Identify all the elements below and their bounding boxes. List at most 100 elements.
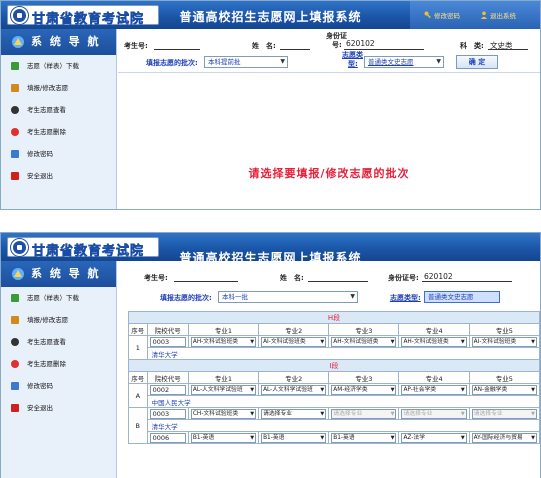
school-code-input[interactable]: 0003 bbox=[149, 336, 186, 347]
chevron-down-icon: ▼ bbox=[531, 410, 535, 417]
sidebar-header: 系 统 导 航 bbox=[1, 261, 116, 287]
major1-select[interactable]: B1-英语 ▼ bbox=[190, 432, 257, 443]
major2-select[interactable]: AI-文科试验班类 ▼ bbox=[261, 336, 327, 347]
chevron-down-icon: ▼ bbox=[460, 338, 465, 345]
key-icon bbox=[424, 11, 431, 19]
major2-select[interactable]: AL-人文科学试验班 ▼ bbox=[261, 384, 327, 395]
password-icon bbox=[11, 150, 19, 158]
sidebar-item-password[interactable]: 修改密码 bbox=[1, 143, 116, 165]
sidebar-item-view[interactable]: 考生志愿查看 bbox=[1, 99, 116, 121]
sidebar-item-download[interactable]: 志愿（样表）下载 bbox=[1, 55, 116, 77]
batch-select[interactable]: 本科一批 ▼ bbox=[218, 291, 358, 303]
volunteer-table: H段 序号 院校代号 专业1 专业2 专业3 专业4 专业5 1 0003 AH… bbox=[128, 311, 540, 444]
school-code-input[interactable]: 0006 bbox=[149, 432, 186, 443]
major5-select[interactable]: AY-国际经济与贸易 ▼ bbox=[471, 432, 537, 443]
confirm-button[interactable]: 确 定 bbox=[456, 55, 498, 69]
edit-icon bbox=[11, 84, 19, 92]
major1-select[interactable]: CH-文科试验班类 ▼ bbox=[190, 408, 257, 419]
main-content: 考生号: 姓 名: 身份证 号: 620102 科 类: 文史类 填报志愿的批次… bbox=[118, 29, 540, 209]
major3-select[interactable]: B1-英语 ▼ bbox=[331, 432, 397, 443]
exit-icon bbox=[11, 404, 19, 412]
sidebar-item-password[interactable]: 修改密码 bbox=[1, 375, 116, 397]
major4-select[interactable]: AZ-法学 ▼ bbox=[401, 432, 467, 443]
group-seq: 1 bbox=[128, 335, 148, 360]
header-banner: 甘肃省教育考试院 普通高校招生志愿网上填报系统 bbox=[1, 233, 540, 265]
major-cell: 请选择专业 ▼ bbox=[398, 407, 470, 420]
chevron-down-icon: ▼ bbox=[531, 338, 535, 345]
major4-select[interactable]: 请选择专业 ▼ bbox=[401, 408, 467, 419]
major3-select[interactable]: 请选择专业 ▼ bbox=[331, 408, 397, 419]
sidebar-item-logout[interactable]: 安全退出 bbox=[1, 165, 116, 187]
chevron-down-icon: ▼ bbox=[460, 386, 465, 393]
batch-select[interactable]: 本科提前批 ▼ bbox=[204, 56, 288, 68]
table-header-row: 序号 院校代号 专业1 专业2 专业3 专业4 专业5 bbox=[128, 323, 540, 336]
candidate-no-label: 考生号: bbox=[124, 42, 148, 50]
major4-select[interactable]: AP-社会学类 ▼ bbox=[401, 384, 467, 395]
group-seq: B bbox=[128, 407, 148, 444]
major-cell: AN-金融学类 ▼ bbox=[468, 383, 540, 396]
school-code-input[interactable]: 0003 bbox=[149, 408, 186, 419]
change-password-link[interactable]: 修改密码 bbox=[424, 10, 460, 20]
table-row: 0006 B1-英语 ▼ B1-英语 ▼ B1-英语 ▼ AZ-法学 ▼ AY-国际经济… bbox=[129, 431, 540, 444]
type-label: 志愿类型: bbox=[390, 294, 421, 302]
school-code-cell: 0003 bbox=[146, 407, 189, 420]
logout-link[interactable]: 退出系统 bbox=[480, 10, 516, 20]
major-cell: B1-英语 ▼ bbox=[258, 431, 330, 444]
major5-select[interactable]: 请选择专业 ▼ bbox=[471, 408, 537, 419]
chevron-down-icon: ▼ bbox=[531, 434, 535, 441]
col-major5: 专业5 bbox=[468, 323, 540, 336]
category-label: 科 类: bbox=[460, 42, 484, 50]
download-icon bbox=[11, 294, 19, 302]
major4-select[interactable]: AH-文科试验班类 ▼ bbox=[401, 336, 467, 347]
segment-header-h: H段 bbox=[128, 311, 540, 324]
id-label-line2: 号: bbox=[332, 41, 342, 49]
chevron-down-icon: ▼ bbox=[250, 386, 255, 393]
main-content: 考生号: 姓 名: 身份证号: 620102 填报志愿的批次: 本科一批 ▼ 志愿… bbox=[118, 261, 540, 478]
major5-select[interactable]: AN-金融学类 ▼ bbox=[471, 384, 537, 395]
type-select[interactable]: 普通类文史志愿 bbox=[424, 291, 500, 303]
sidebar-item-fill[interactable]: 填报/修改志愿 bbox=[1, 77, 116, 99]
school-code-cell: 0006 bbox=[146, 431, 189, 444]
major-cell: CH-文科试验班类 ▼ bbox=[187, 407, 260, 420]
major3-select[interactable]: AM-经济学类 ▼ bbox=[331, 384, 397, 395]
major-cell: AL-人文科学试验班 ▼ bbox=[187, 383, 260, 396]
col-seq: 序号 bbox=[128, 371, 148, 384]
major3-select[interactable]: AH-文科试验班类 ▼ bbox=[331, 336, 397, 347]
major-cell: AM-经济学类 ▼ bbox=[328, 383, 400, 396]
major-cell: AH-文科试验班类 ▼ bbox=[398, 335, 470, 348]
major1-select[interactable]: AH-文科试验班类 ▼ bbox=[190, 336, 257, 347]
col-major2: 专业2 bbox=[258, 371, 330, 384]
sidebar-item-fill[interactable]: 填报/修改志愿 bbox=[1, 309, 116, 331]
exit-icon bbox=[11, 172, 19, 180]
school-code-cell: 0002 bbox=[146, 383, 189, 396]
sidebar-item-logout[interactable]: 安全退出 bbox=[1, 397, 116, 419]
school-name-row: 清华大学 bbox=[129, 347, 540, 360]
col-major4: 专业4 bbox=[398, 371, 470, 384]
major5-select[interactable]: AI-文科试验班类 ▼ bbox=[471, 336, 537, 347]
sidebar-item-delete[interactable]: 考生志愿删除 bbox=[1, 353, 116, 375]
sidebar-item-download[interactable]: 志愿（样表）下载 bbox=[1, 287, 116, 309]
header-banner: 甘肃省教育考试院 普通高校招生志愿网上填报系统 修改密码 退出系统 bbox=[1, 1, 540, 29]
sidebar-item-view[interactable]: 考生志愿查看 bbox=[1, 331, 116, 353]
col-seq: 序号 bbox=[128, 323, 148, 336]
batch-label: 填报志愿的批次: bbox=[146, 59, 198, 67]
id-value: 620102 bbox=[346, 39, 375, 48]
name-label: 姓 名: bbox=[280, 274, 304, 282]
major2-select[interactable]: 请选择专业 ▼ bbox=[261, 408, 327, 419]
top-links: 修改密码 退出系统 bbox=[410, 1, 540, 29]
id-value: 620102 bbox=[424, 272, 453, 281]
chevron-down-icon: ▼ bbox=[390, 386, 395, 393]
major2-select[interactable]: B1-英语 ▼ bbox=[261, 432, 327, 443]
major-cell: 请选择专业 ▼ bbox=[258, 407, 330, 420]
binoculars-icon bbox=[11, 338, 19, 346]
major-cell: AZ-法学 ▼ bbox=[398, 431, 470, 444]
batch-label: 填报志愿的批次: bbox=[160, 294, 212, 302]
download-icon bbox=[11, 62, 19, 70]
chevron-down-icon: ▼ bbox=[320, 410, 325, 417]
type-select[interactable]: 普通类文史志愿 ▼ bbox=[364, 56, 444, 68]
col-major1: 专业1 bbox=[187, 371, 260, 384]
school-code-cell: 0003 bbox=[146, 335, 189, 348]
major1-select[interactable]: AL-人文科学试验班 ▼ bbox=[190, 384, 257, 395]
school-code-input[interactable]: 0002 bbox=[149, 384, 186, 395]
sidebar-item-delete[interactable]: 考生志愿删除 bbox=[1, 121, 116, 143]
